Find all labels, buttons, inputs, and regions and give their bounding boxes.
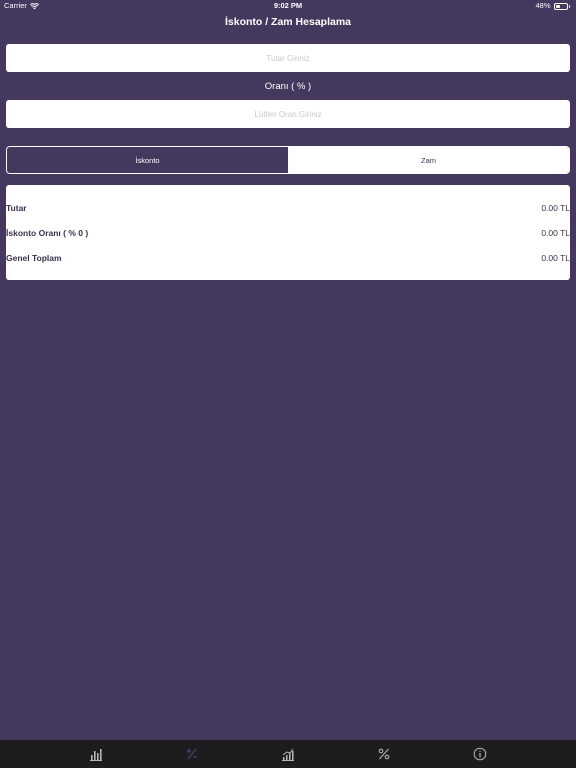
- segment-discount[interactable]: İskonto: [7, 147, 288, 173]
- growth-chart-icon: [282, 748, 294, 761]
- amount-input[interactable]: [6, 44, 570, 72]
- battery-fill: [555, 4, 561, 8]
- result-label: Tutar: [6, 203, 27, 213]
- tab-percent[interactable]: [336, 740, 432, 768]
- result-value: 0.00 TL: [541, 203, 570, 213]
- result-row-discount-rate: İskonto Oranı ( % 0 ) 0.00 TL: [6, 226, 570, 240]
- result-label: İskonto Oranı ( % 0 ): [6, 228, 89, 238]
- result-value: 0.00 TL: [541, 228, 570, 238]
- battery-icon: [553, 2, 570, 10]
- info-icon: [473, 747, 487, 761]
- tab-growth-chart[interactable]: [240, 740, 336, 768]
- status-time: 9:02 PM: [273, 1, 303, 10]
- rate-input[interactable]: [6, 100, 570, 128]
- discount-increase-segmented-control: İskonto Zam: [6, 146, 570, 174]
- tab-plus-minus[interactable]: [144, 740, 240, 768]
- result-row-grand-total: Genel Toplam 0.00 TL: [6, 251, 570, 265]
- page-title: İskonto / Zam Hesaplama: [224, 16, 352, 28]
- app-screen: Carrier 9:02 PM 48% İskonto / Zam Hesapl…: [0, 0, 576, 768]
- rate-label: Oranı ( % ): [264, 81, 312, 92]
- battery-body: [553, 2, 568, 10]
- status-right: 48%: [535, 0, 570, 12]
- bar-chart-icon: [90, 749, 102, 761]
- plus-minus-icon: [187, 748, 197, 760]
- battery-cap: [568, 4, 570, 8]
- tab-bar-chart[interactable]: [48, 740, 144, 768]
- result-value: 0.00 TL: [541, 253, 570, 263]
- tab-bar: [0, 740, 576, 768]
- result-label: Genel Toplam: [6, 253, 62, 263]
- tab-info[interactable]: [432, 740, 528, 768]
- result-row-amount: Tutar 0.00 TL: [6, 201, 570, 215]
- battery-percent: 48%: [535, 1, 551, 10]
- percent-icon: [378, 748, 390, 760]
- segment-increase[interactable]: Zam: [288, 147, 569, 173]
- status-bar: Carrier 9:02 PM 48%: [0, 0, 576, 12]
